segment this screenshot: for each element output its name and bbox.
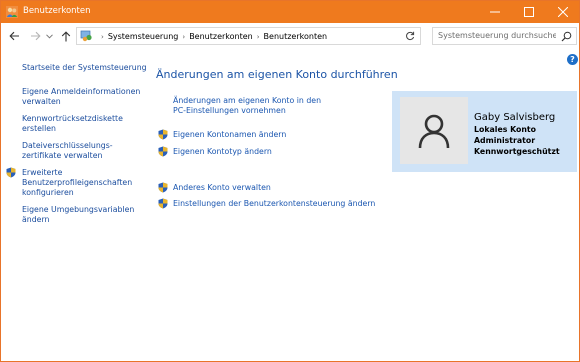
window: Benutzerkonten › Systemsteuerung › Benut… xyxy=(0,0,580,362)
maximize-button[interactable] xyxy=(512,1,546,23)
refresh-button[interactable] xyxy=(399,27,421,45)
change-account-name-link[interactable]: Eigenen Kontonamen ändern xyxy=(173,130,286,140)
title-bar[interactable]: Benutzerkonten xyxy=(1,1,579,23)
uac-shield-icon xyxy=(158,146,168,157)
user-silhouette-icon xyxy=(418,114,450,148)
manage-another-account-link[interactable]: Anderes Konto verwalten xyxy=(173,183,271,193)
search-input[interactable] xyxy=(438,31,556,40)
sidebar-item-manage-credentials[interactable]: Eigene Anmeldeinformationen verwalten xyxy=(22,87,142,107)
uac-shield-icon xyxy=(6,167,16,178)
help-icon[interactable]: ? xyxy=(567,54,578,65)
breadcrumb-item[interactable]: Benutzerkonten xyxy=(189,32,253,41)
uac-shield-icon xyxy=(158,182,168,193)
user-account-card: Gaby Salvisberg Lokales Konto Administra… xyxy=(392,91,577,172)
recent-locations-chevron-icon[interactable] xyxy=(44,29,54,43)
back-button[interactable] xyxy=(7,29,21,43)
uac-shield-icon xyxy=(158,129,168,140)
forward-button[interactable] xyxy=(28,29,42,43)
account-type-label: Lokales Konto xyxy=(474,125,536,134)
close-button[interactable] xyxy=(546,1,580,23)
sidebar-item-advanced-profile-properties[interactable]: Erweiterte Benutzerprofileigenschaften k… xyxy=(22,168,137,198)
control-panel-icon xyxy=(80,30,94,42)
page-title: Änderungen am eigenen Konto durchführen xyxy=(156,68,398,81)
user-accounts-icon xyxy=(6,6,18,18)
account-role-label: Administrator xyxy=(474,136,536,145)
sidebar-item-password-reset-disk[interactable]: Kennwortrücksetzdiskette erstellen xyxy=(22,114,132,134)
avatar xyxy=(400,97,468,164)
navigation-bar: › Systemsteuerung › Benutzerkonten › Benutzer… xyxy=(1,23,579,51)
minimize-button[interactable] xyxy=(478,1,512,23)
sidebar-item-encryption-certificates[interactable]: Dateiverschlüsselungs-zertifikate verwal… xyxy=(22,141,122,161)
search-icon[interactable] xyxy=(561,31,572,42)
breadcrumb-item[interactable]: Benutzerkonten xyxy=(264,32,328,41)
uac-settings-link[interactable]: Einstellungen der Benutzerkontensteuerun… xyxy=(173,199,375,209)
password-status-label: Kennwortgeschützt xyxy=(474,147,560,156)
breadcrumb-item[interactable]: Systemsteuerung xyxy=(108,32,179,41)
uac-shield-icon xyxy=(158,198,168,209)
sidebar-item-control-panel-home[interactable]: Startseite der Systemsteuerung xyxy=(22,63,147,73)
user-name: Gaby Salvisberg xyxy=(474,112,556,123)
pc-settings-link[interactable]: Änderungen am eigenen Konto in den PC-Ei… xyxy=(173,96,323,116)
up-button[interactable] xyxy=(59,29,73,43)
change-account-type-link[interactable]: Eigenen Kontotyp ändern xyxy=(173,147,272,157)
sidebar-item-environment-variables[interactable]: Eigene Umgebungsvariablen ändern xyxy=(22,205,142,225)
search-box[interactable] xyxy=(432,27,577,45)
window-title: Benutzerkonten xyxy=(23,6,91,16)
breadcrumb: › Systemsteuerung › Benutzerkonten › Benutzer… xyxy=(101,32,328,41)
address-bar[interactable]: › Systemsteuerung › Benutzerkonten › Benutzer… xyxy=(76,27,467,45)
